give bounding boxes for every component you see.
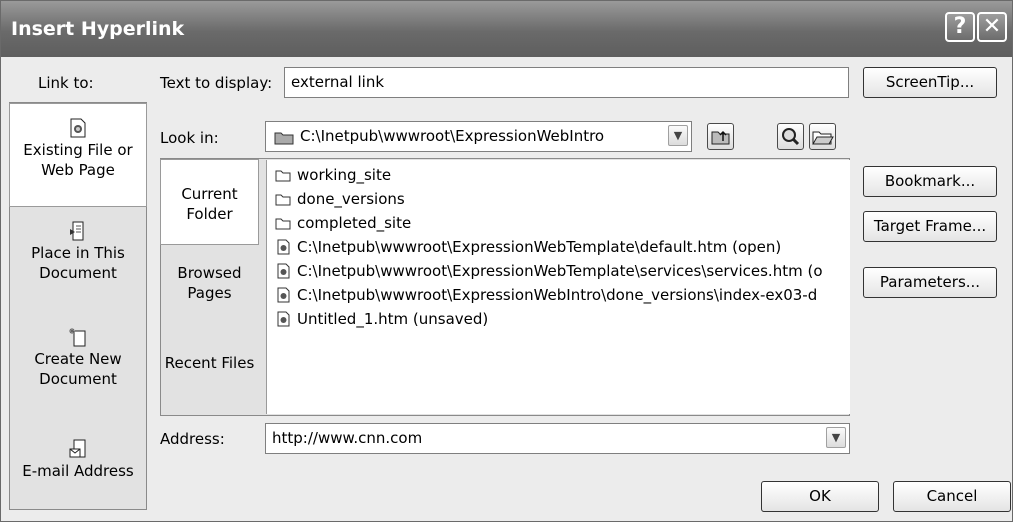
text-to-display-label: Text to display: bbox=[160, 74, 273, 92]
look-in-dropdown-arrow[interactable]: ▼ bbox=[668, 125, 688, 146]
tab-recent-files[interactable]: Recent Files bbox=[161, 353, 258, 373]
bookmark-button[interactable]: Bookmark... bbox=[863, 166, 997, 197]
place-in-document-icon bbox=[70, 221, 84, 241]
look-in-dropdown[interactable]: C:\Inetpub\wwwroot\ExpressionWebIntro ▼ bbox=[265, 121, 692, 152]
parameters-button[interactable]: Parameters... bbox=[863, 267, 997, 298]
file-list[interactable]: working_site done_versions completed_sit… bbox=[266, 160, 850, 414]
list-item-label: C:\Inetpub\wwwroot\ExpressionWebIntro\do… bbox=[297, 286, 818, 304]
screentip-button[interactable]: ScreenTip... bbox=[863, 67, 997, 98]
link-to-email-address-label: E-mail Address bbox=[22, 462, 134, 480]
list-item[interactable]: C:\Inetpub\wwwroot\ExpressionWebIntro\do… bbox=[275, 284, 817, 306]
browse-file-button[interactable] bbox=[809, 123, 836, 150]
folder-icon bbox=[275, 194, 291, 206]
close-button[interactable]: ✕ bbox=[977, 12, 1007, 42]
web-page-icon bbox=[277, 287, 290, 303]
look-in-label: Look in: bbox=[160, 129, 219, 147]
link-to-existing-file-label: Existing File or Web Page bbox=[23, 141, 133, 179]
look-in-value: C:\Inetpub\wwwroot\ExpressionWebIntro bbox=[300, 127, 605, 145]
folder-icon bbox=[275, 170, 291, 182]
target-frame-button[interactable]: Target Frame... bbox=[863, 211, 997, 242]
title-bar: Insert Hyperlink ? ✕ bbox=[1, 1, 1012, 57]
existing-file-icon bbox=[70, 118, 86, 138]
browse-web-button[interactable] bbox=[777, 123, 804, 150]
browse-file-icon bbox=[812, 131, 834, 145]
web-page-icon bbox=[277, 311, 290, 327]
tab-current-folder[interactable]: Current Folder bbox=[160, 159, 259, 245]
list-item-label: working_site bbox=[297, 166, 392, 184]
list-item-label: done_versions bbox=[297, 190, 405, 208]
web-page-icon bbox=[277, 263, 290, 279]
link-to-sidebar: Existing File or Web Page Place in This … bbox=[9, 102, 147, 510]
text-to-display-input[interactable]: external link bbox=[284, 67, 849, 98]
link-to-existing-file[interactable]: Existing File or Web Page bbox=[9, 103, 147, 207]
link-to-email-address[interactable]: E-mail Address bbox=[10, 439, 146, 499]
link-to-label: Link to: bbox=[38, 74, 94, 92]
list-item[interactable]: C:\Inetpub\wwwroot\ExpressionWebTemplate… bbox=[275, 236, 781, 258]
browse-web-icon bbox=[782, 128, 800, 146]
folder-icon bbox=[274, 132, 294, 145]
list-item[interactable]: working_site bbox=[275, 164, 391, 186]
address-dropdown-arrow[interactable]: ▼ bbox=[826, 427, 846, 448]
list-item-label: completed_site bbox=[297, 214, 412, 232]
address-label: Address: bbox=[160, 430, 225, 448]
address-value: http://www.cnn.com bbox=[272, 429, 423, 447]
cancel-button[interactable]: Cancel bbox=[893, 481, 1011, 512]
link-to-create-new-document[interactable]: Create New Document bbox=[10, 327, 146, 407]
list-item-label: C:\Inetpub\wwwroot\ExpressionWebTemplate… bbox=[297, 262, 823, 280]
new-document-icon bbox=[69, 328, 86, 347]
list-item[interactable]: done_versions bbox=[275, 188, 405, 210]
link-to-place-in-document[interactable]: Place in This Document bbox=[10, 221, 146, 301]
ok-button[interactable]: OK bbox=[761, 481, 879, 512]
address-input[interactable]: http://www.cnn.com ▼ bbox=[265, 423, 850, 454]
email-address-icon bbox=[69, 439, 86, 458]
file-browser: Current Folder Browsed Pages Recent File… bbox=[160, 158, 850, 416]
dialog-title: Insert Hyperlink bbox=[11, 18, 185, 40]
list-item[interactable]: completed_site bbox=[275, 212, 411, 234]
folder-icon bbox=[275, 218, 291, 230]
link-to-place-in-document-label: Place in This Document bbox=[31, 244, 125, 282]
list-item-label: Untitled_1.htm (unsaved) bbox=[297, 310, 489, 328]
tab-browsed-pages[interactable]: Browsed Pages bbox=[161, 263, 258, 303]
web-page-icon bbox=[277, 239, 290, 255]
up-folder-button[interactable] bbox=[707, 123, 734, 150]
list-item[interactable]: C:\Inetpub\wwwroot\ExpressionWebTemplate… bbox=[275, 260, 823, 282]
insert-hyperlink-dialog: Insert Hyperlink ? ✕ Link to: Existing F… bbox=[0, 0, 1013, 522]
list-item[interactable]: Untitled_1.htm (unsaved) bbox=[275, 308, 488, 330]
up-folder-icon bbox=[711, 130, 730, 145]
help-button[interactable]: ? bbox=[945, 12, 975, 42]
link-to-create-new-document-label: Create New Document bbox=[34, 350, 122, 388]
list-item-label: C:\Inetpub\wwwroot\ExpressionWebTemplate… bbox=[297, 238, 782, 256]
